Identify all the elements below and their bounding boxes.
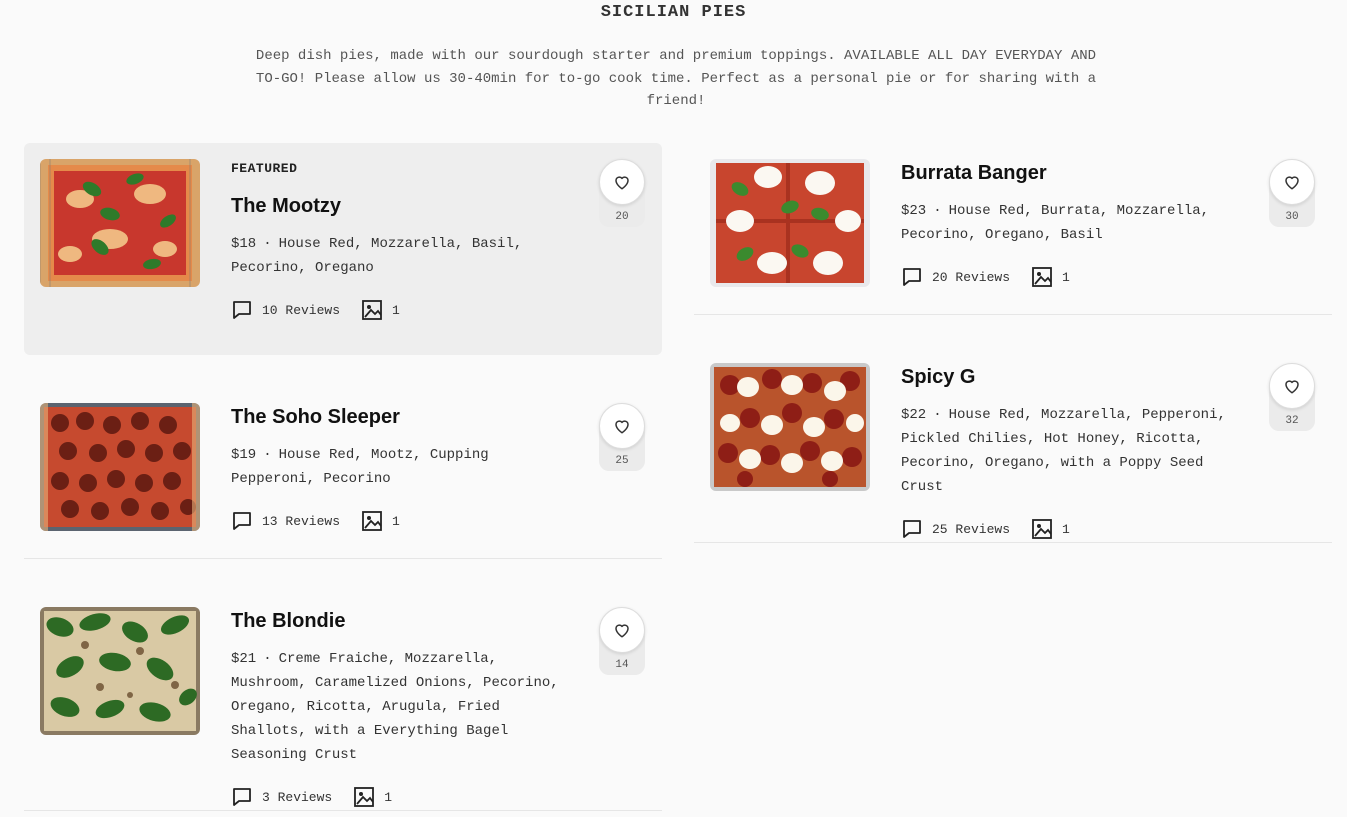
item-description: $21 · Creme Fraiche, Mozzarella, Mushroom,…: [231, 647, 576, 767]
photos-count: 1: [392, 302, 400, 318]
speech-bubble-icon: [231, 786, 253, 808]
favorite-control: 32: [1267, 363, 1317, 431]
favorite-count: 25: [615, 455, 629, 467]
item-photo[interactable]: [40, 159, 200, 287]
photos-link[interactable]: 1: [1031, 518, 1070, 540]
item-description: $19 · House Red, Mootz, Cupping Pepperoni,…: [231, 443, 531, 491]
image-icon: [1031, 518, 1053, 540]
separator: ·: [263, 236, 272, 252]
reviews-link[interactable]: 3 Reviews: [231, 786, 332, 808]
separator: ·: [933, 407, 942, 423]
item-photo[interactable]: [40, 607, 200, 735]
heart-icon: [615, 624, 629, 638]
menu-item-card[interactable]: FEATURED The Mootzy $18 · House Red, Mozza…: [24, 143, 662, 355]
favorite-control: 30: [1267, 159, 1317, 227]
item-description: $23 · House Red, Burrata, Mozzarella, Peco…: [901, 199, 1211, 247]
favorite-control: 25: [597, 403, 647, 471]
separator: ·: [263, 651, 272, 667]
favorite-button[interactable]: [1269, 363, 1315, 409]
photos-link[interactable]: 1: [361, 510, 400, 532]
reviews-count: 13 Reviews: [262, 513, 341, 529]
menu-item-card[interactable]: The Blondie $21 · Creme Fraiche, Mozzarell…: [24, 591, 662, 811]
item-price: $19: [231, 447, 257, 463]
heart-icon: [1285, 176, 1299, 190]
menu-item-card[interactable]: The Soho Sleeper $19 · House Red, Mootz, C…: [24, 387, 662, 559]
heart-icon: [615, 176, 629, 190]
favorite-count: 30: [1285, 211, 1299, 223]
photos-count: 1: [1062, 521, 1070, 537]
reviews-link[interactable]: 25 Reviews: [901, 518, 1010, 540]
menu-item-card[interactable]: Spicy G $22 · House Red, Mozzarella, Peppe…: [694, 347, 1332, 543]
item-price: $23: [901, 203, 927, 219]
favorite-button[interactable]: [1269, 159, 1315, 205]
item-ingredients: House Red, Mozzarella, Pepperoni, Pickle…: [901, 407, 1226, 495]
item-ingredients: Creme Fraiche, Mozzarella, Mushroom, Car…: [231, 651, 559, 763]
favorite-count: 14: [615, 659, 629, 671]
item-name[interactable]: Burrata Banger: [901, 161, 1251, 185]
reviews-link[interactable]: 20 Reviews: [901, 266, 1010, 288]
item-description: $22 · House Red, Mozzarella, Pepperoni, Pi…: [901, 403, 1246, 499]
reviews-link[interactable]: 10 Reviews: [231, 299, 340, 321]
favorite-count: 32: [1285, 415, 1299, 427]
reviews-count: 20 Reviews: [932, 269, 1011, 285]
item-description: $18 · House Red, Mozzarella, Basil, Pecori…: [231, 232, 531, 280]
item-ingredients: House Red, Mozzarella, Basil, Pecorino, …: [231, 236, 523, 276]
item-photo[interactable]: [40, 403, 200, 531]
speech-bubble-icon: [901, 518, 923, 540]
reviews-count: 10 Reviews: [262, 302, 341, 318]
favorite-count: 20: [615, 211, 629, 223]
photos-link[interactable]: 1: [353, 786, 392, 808]
favorite-button[interactable]: [599, 403, 645, 449]
menu-item-card[interactable]: Burrata Banger $23 · House Red, Burrata, M…: [694, 143, 1332, 315]
section-description: Deep dish pies, made with our sourdough …: [255, 48, 1097, 109]
speech-bubble-icon: [901, 266, 923, 288]
favorite-control: 14: [597, 607, 647, 675]
speech-bubble-icon: [231, 510, 253, 532]
photos-count: 1: [392, 513, 400, 529]
heart-icon: [1285, 380, 1299, 394]
reviews-count: 3 Reviews: [262, 789, 333, 805]
item-price: $21: [231, 651, 257, 667]
image-icon: [361, 299, 383, 321]
item-price: $18: [231, 236, 257, 252]
item-price: $22: [901, 407, 927, 423]
favorite-control: 20: [597, 159, 647, 227]
favorite-button[interactable]: [599, 607, 645, 653]
item-name[interactable]: The Soho Sleeper: [231, 405, 581, 429]
featured-badge: FEATURED: [231, 161, 298, 176]
photos-link[interactable]: 1: [1031, 266, 1070, 288]
photos-count: 1: [384, 789, 393, 805]
image-icon: [353, 786, 375, 808]
photos-count: 1: [1062, 269, 1070, 285]
item-ingredients: House Red, Burrata, Mozzarella, Pecorino…: [901, 203, 1210, 243]
item-name[interactable]: The Blondie: [231, 609, 581, 633]
separator: ·: [263, 447, 272, 463]
heart-icon: [615, 420, 629, 434]
photos-link[interactable]: 1: [361, 299, 400, 321]
section-title: SICILIAN PIES: [600, 3, 747, 22]
favorite-button[interactable]: [599, 159, 645, 205]
image-icon: [361, 510, 383, 532]
item-photo[interactable]: [710, 363, 870, 491]
image-icon: [1031, 266, 1053, 288]
item-photo[interactable]: [710, 159, 870, 287]
speech-bubble-icon: [231, 299, 253, 321]
item-name[interactable]: The Mootzy: [231, 194, 581, 218]
separator: ·: [933, 203, 942, 219]
item-name[interactable]: Spicy G: [901, 365, 1251, 389]
reviews-count: 25 Reviews: [932, 521, 1011, 537]
reviews-link[interactable]: 13 Reviews: [231, 510, 340, 532]
